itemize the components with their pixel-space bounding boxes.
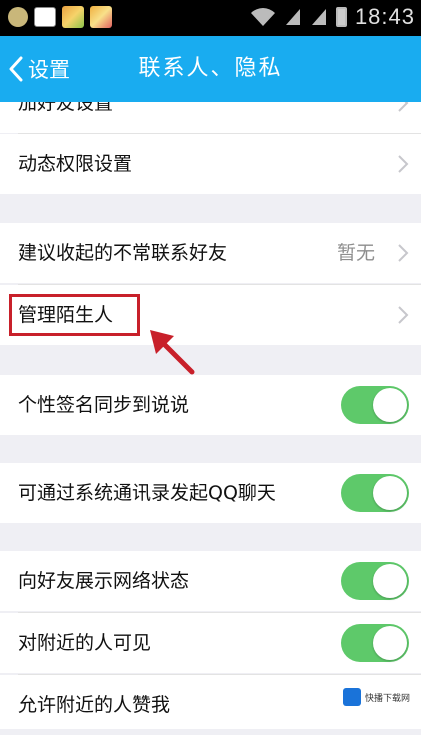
signal-icon xyxy=(285,9,300,25)
wifi-icon xyxy=(250,8,275,26)
watermark-text: 快播下载网 xyxy=(365,693,411,704)
list-item-signature-sync: 个性签名同步到说说 xyxy=(0,375,421,435)
signature-sync-toggle[interactable] xyxy=(341,386,409,424)
title-bar: 设置 联系人、隐私 xyxy=(0,36,421,102)
app-notification-icon xyxy=(90,6,112,28)
list-item-label: 个性签名同步到说说 xyxy=(18,394,190,416)
chevron-right-icon xyxy=(398,155,409,173)
list-item-label: 对附近的人可见 xyxy=(18,632,152,654)
list-item-contacts-qq-chat: 可通过系统通讯录发起QQ聊天 xyxy=(0,463,421,523)
list-item-add-friend-settings[interactable]: 加好友设置 xyxy=(0,102,421,133)
list-item-label: 允许附近的人赞我 xyxy=(18,694,171,716)
nearby-visible-toggle[interactable] xyxy=(341,624,409,662)
list-item-label: 建议收起的不常联系好友 xyxy=(18,242,228,264)
contacts-chat-toggle[interactable] xyxy=(341,474,409,512)
notification-app-icon xyxy=(8,7,28,27)
list-item-value: 暂无 xyxy=(336,242,375,264)
list-item-show-network-status: 向好友展示网络状态 xyxy=(0,551,421,611)
signal-icon xyxy=(311,9,326,25)
notification-icons xyxy=(8,6,112,28)
pointer-arrow-icon xyxy=(150,330,195,375)
battery-icon xyxy=(335,7,347,27)
list-item-visible-to-nearby: 对附近的人可见 xyxy=(0,613,421,673)
image-notification-icon xyxy=(34,7,56,27)
toggle-knob xyxy=(373,476,407,510)
list-item-suggested-infrequent-friends[interactable]: 建议收起的不常联系好友 暂无 xyxy=(0,223,421,283)
list-item-label: 可通过系统通讯录发起QQ聊天 xyxy=(18,482,276,504)
list-item-label: 加好友设置 xyxy=(18,102,114,114)
list-item-label: 向好友展示网络状态 xyxy=(18,570,190,592)
status-indicators: 18:43 xyxy=(250,4,415,30)
chevron-right-icon xyxy=(398,306,409,324)
status-bar: 18:43 xyxy=(0,0,421,36)
watermark-logo-icon xyxy=(343,688,361,706)
chevron-right-icon xyxy=(398,102,409,112)
toggle-knob xyxy=(373,564,407,598)
highlight-box xyxy=(9,294,140,336)
watermark: 快播下载网 xyxy=(343,688,410,706)
toggle-knob xyxy=(373,388,407,422)
network-status-toggle[interactable] xyxy=(341,562,409,600)
list-item-dynamic-permissions[interactable]: 动态权限设置 xyxy=(0,134,421,194)
toggle-knob xyxy=(373,626,407,660)
page-title: 联系人、隐私 xyxy=(138,56,283,81)
chevron-right-icon xyxy=(398,244,409,262)
app-notification-icon xyxy=(62,6,84,28)
list-item-label: 动态权限设置 xyxy=(18,153,133,175)
status-time: 18:43 xyxy=(354,4,415,29)
